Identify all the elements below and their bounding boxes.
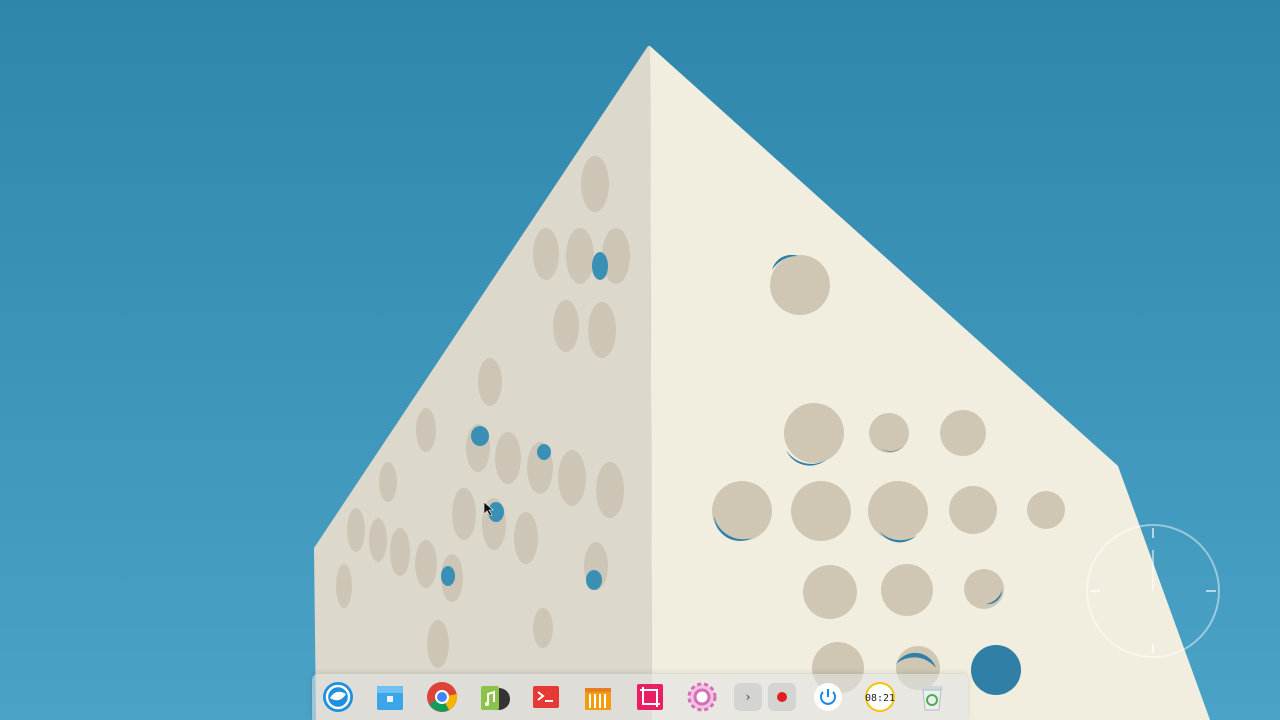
record-icon [777, 692, 787, 702]
mouse-cursor [484, 502, 494, 516]
dock-file-manager[interactable] [364, 674, 416, 720]
tray-expand-label: › [745, 690, 751, 704]
settings-gear-icon [687, 682, 717, 712]
dock-power[interactable] [802, 674, 854, 720]
dock-browser[interactable] [416, 674, 468, 720]
terminal-icon [533, 686, 559, 708]
dock-launcher[interactable] [312, 674, 364, 720]
deepin-launcher-icon [323, 682, 353, 712]
digital-clock-icon: 08:21 [865, 682, 895, 712]
dock-screenshot[interactable] [624, 674, 676, 720]
dock-trash[interactable] [906, 674, 958, 720]
dock-app-store[interactable] [572, 674, 624, 720]
chrome-icon [427, 682, 458, 712]
tray-expand-button[interactable]: › [734, 683, 762, 711]
desktop-clock-widget [1086, 524, 1220, 658]
dock-clock[interactable]: 08:21 [854, 674, 906, 720]
trash-icon [921, 686, 943, 711]
dock-terminal[interactable] [520, 674, 572, 720]
dock-tray: › [734, 683, 796, 711]
tray-record-button[interactable] [768, 683, 796, 711]
dock: › 08:21 [312, 674, 968, 720]
dock-clock-time: 08:21 [865, 693, 895, 704]
power-icon [814, 683, 842, 711]
music-icon [481, 686, 510, 710]
crop-icon [637, 684, 663, 710]
dock-settings[interactable] [676, 674, 728, 720]
folder-icon [377, 686, 403, 710]
store-bag-icon [585, 688, 611, 710]
dock-music[interactable] [468, 674, 520, 720]
